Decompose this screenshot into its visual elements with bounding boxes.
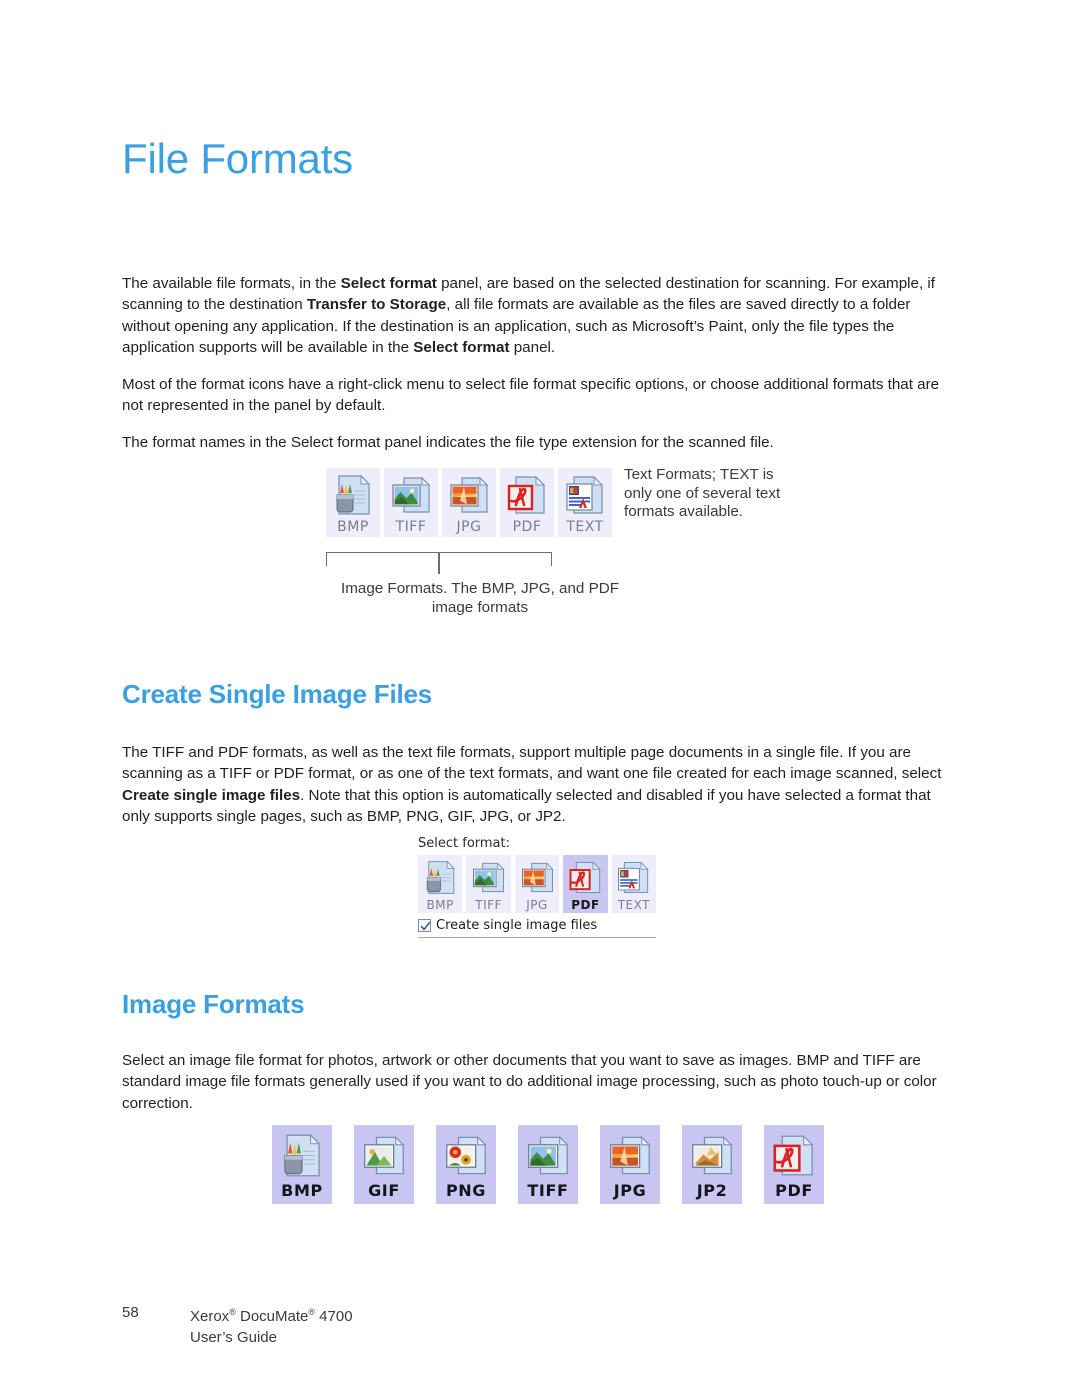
pdf-file-icon bbox=[506, 473, 548, 517]
select-format-tile-label: JPG bbox=[526, 898, 548, 912]
footer-product-line: Xerox® DocuMate® 4700 User’s Guide bbox=[190, 1302, 353, 1348]
select-format-tile-tiff[interactable]: TIFF bbox=[466, 855, 511, 913]
image-format-tile-pdf[interactable]: PDF bbox=[764, 1125, 824, 1204]
paragraph-format-names: The format names in the Select format pa… bbox=[122, 434, 774, 452]
format-tile-label: TIFF bbox=[395, 519, 427, 535]
paragraph-image-formats: Select an image file format for photos, … bbox=[122, 1052, 937, 1112]
callout-text-formats: Text Formats; TEXT is only one of severa… bbox=[624, 466, 781, 521]
image-format-tile-label: PNG bbox=[445, 1181, 487, 1200]
registered-mark-icon: ® bbox=[229, 1307, 236, 1317]
format-tile-jpg[interactable]: JPG bbox=[442, 468, 496, 537]
p4-text-part-1: The TIFF and PDF formats, as well as the… bbox=[122, 744, 942, 783]
select-format-tile-bmp[interactable]: BMP bbox=[418, 855, 463, 913]
paragraph-right-click-menu: Most of the format icons have a right-cl… bbox=[122, 376, 940, 415]
format-icon-row: BMP TIFF JPG PDF TEXT bbox=[326, 468, 612, 537]
panel-divider bbox=[418, 937, 656, 938]
format-tile-label: TEXT bbox=[566, 519, 604, 535]
format-tile-bmp[interactable]: BMP bbox=[326, 468, 380, 537]
format-tile-text[interactable]: TEXT bbox=[558, 468, 612, 537]
p1-bold-select-format-1: Select format bbox=[340, 275, 437, 293]
png-file-icon bbox=[443, 1132, 489, 1179]
select-format-tile-jpg[interactable]: JPG bbox=[514, 855, 560, 913]
bmp-file-icon bbox=[423, 859, 458, 896]
select-format-tile-label: PDF bbox=[571, 898, 600, 912]
p4-bold-create-single-image-files: Create single image files bbox=[122, 786, 301, 804]
select-format-tile-label: TIFF bbox=[475, 898, 502, 912]
image-format-tile-label: BMP bbox=[281, 1181, 323, 1200]
footer-product-xerox: Xerox bbox=[190, 1308, 230, 1325]
paragraph-available-file-formats: The available file formats, in the Selec… bbox=[122, 273, 958, 358]
format-tile-pdf[interactable]: PDF bbox=[500, 468, 554, 537]
image-format-tile-label: GIF bbox=[368, 1181, 400, 1200]
select-format-icon-row: BMP TIFF JPG PDF TEXT bbox=[418, 855, 657, 913]
select-format-tile-label: TEXT bbox=[617, 898, 650, 912]
figure-image-format-icons: BMP GIF PNG TIFF JPG JP2 PDF bbox=[272, 1125, 824, 1204]
jpg-file-icon bbox=[448, 473, 490, 517]
image-format-tile-label: JPG bbox=[613, 1181, 647, 1200]
text-file-icon bbox=[564, 473, 606, 517]
image-format-tile-jp2[interactable]: JP2 bbox=[682, 1125, 742, 1204]
create-single-image-files-checkbox[interactable] bbox=[418, 919, 431, 932]
page-number: 58 bbox=[122, 1304, 139, 1321]
page-title: File Formats bbox=[122, 135, 353, 183]
bmp-file-icon bbox=[279, 1132, 325, 1179]
format-tile-label: BMP bbox=[337, 519, 369, 535]
image-format-tile-bmp[interactable]: BMP bbox=[272, 1125, 332, 1204]
format-tile-label: PDF bbox=[512, 519, 542, 535]
image-format-tile-label: PDF bbox=[775, 1181, 813, 1200]
pdf-file-icon bbox=[568, 859, 603, 896]
heading-image-formats: Image Formats bbox=[122, 988, 305, 1019]
p1-text-part-1: The available file formats, in the bbox=[122, 275, 341, 293]
image-format-tile-tiff[interactable]: TIFF bbox=[518, 1125, 578, 1204]
p1-bold-select-format-2: Select format bbox=[413, 338, 510, 356]
image-format-tile-label: TIFF bbox=[527, 1181, 569, 1200]
paragraph-create-single-image-files: The TIFF and PDF formats, as well as the… bbox=[122, 742, 958, 827]
jpg-file-icon bbox=[607, 1132, 653, 1179]
image-formats-bracket-stem bbox=[438, 552, 440, 574]
tiff-file-icon bbox=[471, 859, 506, 896]
bmp-file-icon bbox=[332, 473, 374, 517]
pdf-file-icon bbox=[771, 1132, 817, 1179]
tiff-file-icon bbox=[390, 473, 432, 517]
figure-select-format-panel: Select format: BMP TIFF JPG PDF TEXT Cre… bbox=[418, 836, 657, 938]
create-single-image-files-checkbox-row[interactable]: Create single image files bbox=[418, 918, 656, 933]
select-format-tile-text[interactable]: TEXT bbox=[611, 855, 657, 913]
callout-image-formats: Image Formats. The BMP, JPG, and PDF ima… bbox=[341, 580, 619, 616]
format-tile-tiff[interactable]: TIFF bbox=[384, 468, 438, 537]
p1-text-part-4: panel. bbox=[509, 338, 556, 356]
image-format-tile-label: JP2 bbox=[696, 1181, 728, 1200]
document-page: File Formats The available file formats,… bbox=[0, 0, 1080, 1397]
image-format-tile-gif[interactable]: GIF bbox=[354, 1125, 414, 1204]
footer-product-documate: DocuMate bbox=[235, 1308, 309, 1325]
select-format-tile-pdf[interactable]: PDF bbox=[563, 855, 608, 913]
jpg-file-icon bbox=[520, 859, 555, 896]
text-file-icon bbox=[616, 859, 651, 896]
footer-product-model: 4700 bbox=[315, 1308, 353, 1325]
select-format-label: Select format: bbox=[418, 836, 510, 851]
checkmark-icon bbox=[420, 921, 431, 931]
heading-create-single-image-files: Create Single Image Files bbox=[122, 678, 433, 709]
p1-bold-transfer-to-storage: Transfer to Storage bbox=[306, 296, 447, 314]
footer-guide-label: User’s Guide bbox=[190, 1329, 277, 1346]
create-single-image-files-label: Create single image files bbox=[436, 918, 598, 933]
image-format-tile-jpg[interactable]: JPG bbox=[600, 1125, 660, 1204]
gif-file-icon bbox=[361, 1132, 407, 1179]
tiff-file-icon bbox=[525, 1132, 571, 1179]
format-tile-label: JPG bbox=[456, 519, 482, 535]
select-format-tile-label: BMP bbox=[426, 898, 454, 912]
figure-format-icons-strip: BMP TIFF JPG PDF TEXT bbox=[326, 468, 612, 537]
jp2-file-icon bbox=[689, 1132, 735, 1179]
image-format-tile-png[interactable]: PNG bbox=[436, 1125, 496, 1204]
